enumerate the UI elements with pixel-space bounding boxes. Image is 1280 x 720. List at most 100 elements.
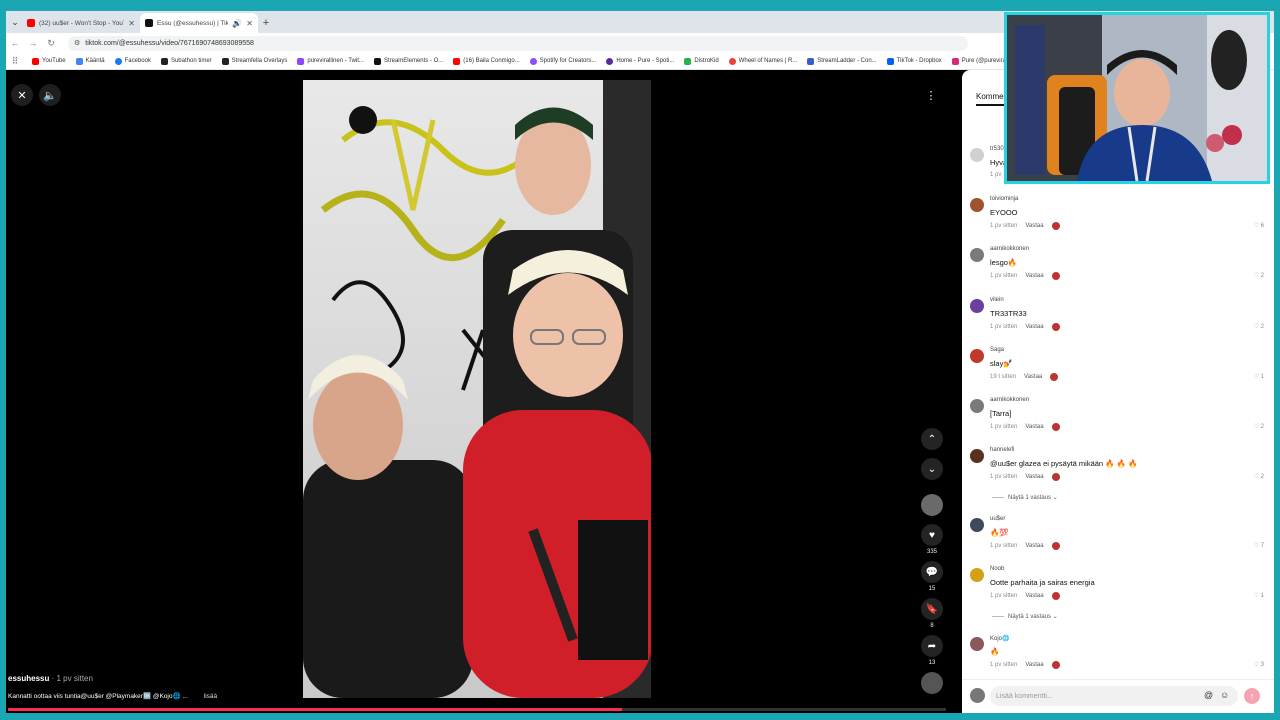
avatar[interactable]	[970, 568, 984, 582]
chevron-up-icon[interactable]: ⌃	[921, 428, 943, 450]
next-video-button[interactable]: ⌄	[920, 458, 944, 480]
author-name[interactable]: essuhessu	[8, 674, 49, 683]
url-field[interactable]: ⚙ tiktok.com/@essuhessu/video/7671690748…	[68, 35, 968, 51]
reply-button[interactable]: Vastaa	[1025, 593, 1043, 599]
save-button[interactable]: 🔖 8	[920, 598, 944, 635]
comment-user[interactable]: vilein	[990, 297, 1004, 303]
avatar[interactable]	[970, 637, 984, 651]
comment-user[interactable]: aarnikokkonen	[990, 397, 1029, 403]
bookmark-item[interactable]: Spotify for Creators...	[529, 57, 596, 65]
bookmark-item[interactable]: StreamLadder - Con...	[807, 57, 877, 65]
avatar[interactable]	[970, 198, 984, 212]
previous-video-button[interactable]: ⌃	[920, 428, 944, 450]
bookmark-item[interactable]: purevirallinen - Twit...	[297, 57, 364, 65]
speaker-icon[interactable]: 🔊	[232, 19, 242, 28]
author-avatar[interactable]	[920, 494, 944, 516]
reply-button[interactable]: Vastaa	[1025, 324, 1043, 330]
action-sidebar: ⌃ ⌄ ♥ 335 💬 15 🔖 8 ➦ 13	[920, 428, 944, 694]
bookmark-item[interactable]: (16) Baila Conmigo...	[453, 57, 520, 65]
comment-like[interactable]: ♡ 2	[1254, 423, 1264, 430]
avatar[interactable]	[970, 518, 984, 532]
comment-user[interactable]: aarnikokkonen	[990, 246, 1029, 252]
creator-avatar-icon	[1051, 222, 1060, 230]
comment-like[interactable]: ♡ 7	[1254, 542, 1264, 549]
tab-tiktok[interactable]: Essu (@essuhessu) | TikTok 🔊 ✕	[140, 13, 258, 33]
avatar[interactable]	[921, 494, 943, 516]
bookmark-item[interactable]: StreamElements - O...	[373, 57, 443, 65]
comment-user[interactable]: hannelefi	[990, 447, 1014, 453]
bookmark-item[interactable]: Facebook	[114, 57, 151, 65]
sound-disc[interactable]	[920, 672, 944, 694]
more-options-icon[interactable]: ⋮	[920, 84, 942, 106]
music-disc-icon[interactable]	[921, 672, 943, 694]
comment-user[interactable]: tr530	[990, 146, 1004, 152]
comment-user[interactable]: toiviominja	[990, 196, 1018, 202]
video-player[interactable]	[303, 80, 651, 698]
comment-like[interactable]: ♡ 3	[1254, 661, 1264, 668]
comment-button[interactable]: 💬 15	[920, 561, 944, 598]
bookmark-icon[interactable]: 🔖	[921, 598, 943, 620]
volume-icon[interactable]: 🔈	[39, 84, 61, 106]
share-icon[interactable]: ➦	[921, 635, 943, 657]
avatar[interactable]	[970, 349, 984, 363]
chevron-down-icon[interactable]: ⌄	[921, 458, 943, 480]
avatar[interactable]	[970, 399, 984, 413]
emoji-icon[interactable]: ☺	[1220, 690, 1229, 700]
tab-search-chevron-icon[interactable]: ⌄	[8, 11, 22, 33]
reply-button[interactable]: Vastaa	[1025, 273, 1043, 279]
bookmark-item[interactable]: Streamfella Overlays	[221, 57, 287, 65]
reply-button[interactable]: Vastaa	[1025, 424, 1043, 430]
comment-like[interactable]: ♡ 1	[1254, 592, 1264, 599]
bookmark-item[interactable]: Home - Pure - Spoti...	[606, 57, 674, 65]
comment-like[interactable]: ♡ 6	[1254, 222, 1264, 229]
reply-button[interactable]: Vastaa	[1025, 662, 1043, 668]
new-tab-button[interactable]: +	[258, 13, 274, 33]
video-progress-bar[interactable]	[8, 708, 946, 711]
tab-label: Essu (@essuhessu) | TikTok	[157, 19, 229, 27]
comment-user[interactable]: Noob	[990, 566, 1004, 572]
bookmark-item[interactable]: YouTube	[32, 57, 66, 65]
reply-button[interactable]: Vastaa	[1025, 223, 1043, 229]
share-button[interactable]: ➦ 13	[920, 635, 944, 672]
close-icon[interactable]: ✕	[11, 84, 33, 106]
view-replies-button[interactable]: Näytä 1 vastaus ⌄	[992, 613, 1058, 620]
reply-button[interactable]: Vastaa	[1025, 543, 1043, 549]
reply-button[interactable]: Vastaa	[1025, 474, 1043, 480]
video-author[interactable]: essuhessu · 1 pv sitten	[8, 674, 93, 683]
comment-like[interactable]: ♡ 2	[1254, 323, 1264, 330]
view-replies-button[interactable]: Näytä 1 vastaus ⌄	[992, 494, 1058, 501]
bookmark-item[interactable]: Wheel of Names | R...	[728, 57, 797, 65]
send-button[interactable]: ↑	[1244, 688, 1260, 704]
forward-icon[interactable]: →	[26, 38, 40, 48]
divider	[992, 616, 1004, 617]
heart-icon[interactable]: ♥	[921, 524, 943, 546]
mention-icon[interactable]: @	[1204, 690, 1213, 700]
bookmark-item[interactable]: DistroKid	[684, 57, 719, 65]
bookmark-item[interactable]: Subathon timer	[160, 57, 212, 65]
more-link[interactable]: lisää	[204, 693, 217, 700]
comment-like[interactable]: ♡ 2	[1254, 272, 1264, 279]
back-icon[interactable]: ←	[8, 38, 22, 48]
reply-button[interactable]: Vastaa	[1024, 374, 1042, 380]
comment-user[interactable]: Saga	[990, 347, 1004, 353]
comment-user[interactable]: uu$er	[990, 516, 1005, 522]
site-info-icon[interactable]: ⚙	[74, 39, 80, 47]
avatar[interactable]	[970, 449, 984, 463]
close-tab-icon[interactable]: ✕	[128, 19, 135, 28]
comment-like[interactable]: ♡ 1	[1254, 373, 1264, 380]
avatar[interactable]	[970, 148, 984, 162]
view-replies-label: Näytä 1 vastaus ⌄	[1008, 495, 1058, 501]
comment-input[interactable]: Lisää kommentti...	[990, 686, 1238, 706]
like-button[interactable]: ♥ 335	[920, 524, 944, 561]
apps-icon[interactable]: ⠿	[8, 56, 22, 67]
comment-like[interactable]: ♡ 2	[1254, 473, 1264, 480]
bookmark-item[interactable]: TikTok - Dropbox	[886, 57, 942, 65]
avatar[interactable]	[970, 299, 984, 313]
reload-icon[interactable]: ↻	[44, 38, 58, 49]
close-tab-icon[interactable]: ✕	[246, 19, 253, 28]
comment-user[interactable]: Kojo🌐	[990, 635, 1009, 642]
avatar[interactable]	[970, 248, 984, 262]
bookmark-item[interactable]: Kääntä	[75, 57, 105, 65]
tab-youtube[interactable]: (32) uu$er - Won't Stop - YouTu ✕	[22, 13, 140, 33]
comment-icon[interactable]: 💬	[921, 561, 943, 583]
